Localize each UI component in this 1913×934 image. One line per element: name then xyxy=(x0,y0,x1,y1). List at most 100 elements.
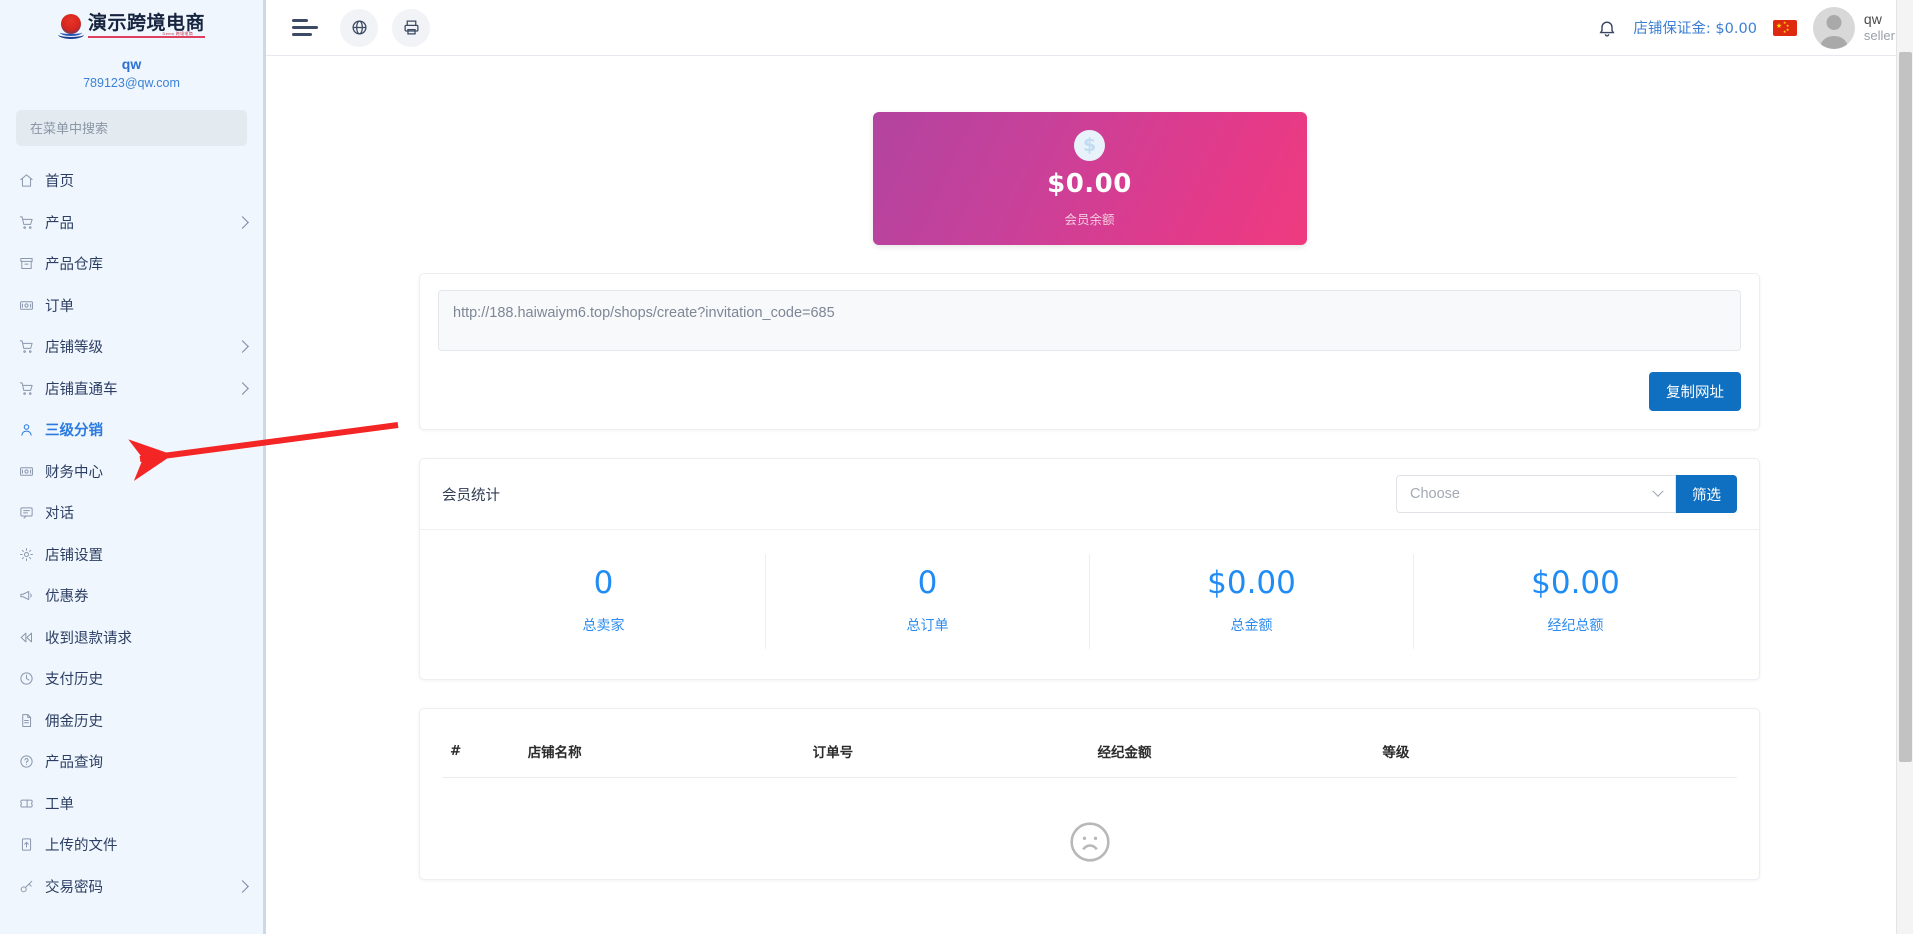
vertical-scrollbar[interactable] xyxy=(1896,0,1913,934)
sidebar: 演示跨境电商 Demo 跨境电商 qw 789123@qw.com 首页产品产品… xyxy=(0,0,266,934)
sidebar-item-label: 工单 xyxy=(45,793,74,814)
scrollbar-thumb[interactable] xyxy=(1899,52,1912,762)
stats-select-value: Choose xyxy=(1410,486,1460,502)
filter-button[interactable]: 筛选 xyxy=(1676,475,1737,513)
sidebar-item-12[interactable]: 支付历史 xyxy=(0,658,263,700)
clock-icon xyxy=(18,670,35,687)
sidebar-item-16[interactable]: 上传的文件 xyxy=(0,824,263,866)
sidebar-item-label: 店铺设置 xyxy=(45,544,103,565)
sidebar-item-label: 店铺等级 xyxy=(45,336,103,357)
sidebar-item-17[interactable]: 交易密码 xyxy=(0,866,263,908)
table-column-header: 店铺名称 xyxy=(520,731,805,778)
sidebar-item-13[interactable]: 佣金历史 xyxy=(0,700,263,742)
sidebar-item-6[interactable]: 三级分销 xyxy=(0,409,263,451)
member-balance-amount: $0.00 xyxy=(1047,169,1132,199)
stat-card: 0 总卖家 xyxy=(442,554,766,649)
chevron-right-icon xyxy=(236,880,249,893)
chevron-right-icon xyxy=(236,340,249,353)
sidebar-item-3[interactable]: 订单 xyxy=(0,285,263,327)
table-column-header: 等级 xyxy=(1374,731,1737,778)
brand-logo[interactable]: 演示跨境电商 Demo 跨境电商 xyxy=(0,0,263,46)
content-scroll: $ $0.00 会员余额 复制网址 会员统计 xyxy=(266,56,1913,934)
account-role: seller xyxy=(1864,28,1895,44)
upload-icon xyxy=(18,836,35,853)
cart-icon xyxy=(18,380,35,397)
globe-icon[interactable] xyxy=(340,9,378,47)
home-icon xyxy=(18,172,35,189)
chevron-right-icon xyxy=(236,382,249,395)
sidebar-item-8[interactable]: 对话 xyxy=(0,492,263,534)
copy-url-button[interactable]: 复制网址 xyxy=(1649,372,1741,411)
sidebar-item-label: 财务中心 xyxy=(45,461,103,482)
printer-icon[interactable] xyxy=(392,9,430,47)
stat-value: 0 xyxy=(766,564,1089,602)
avatar xyxy=(1813,7,1855,49)
sidebar-item-14[interactable]: 产品查询 xyxy=(0,741,263,783)
logo-subtext: Demo 跨境电商 xyxy=(161,32,195,36)
chevron-down-icon xyxy=(1652,486,1663,497)
sidebar-item-label: 支付历史 xyxy=(45,668,103,689)
menu-search-input[interactable] xyxy=(30,121,233,136)
money-icon xyxy=(18,297,35,314)
menu-search[interactable] xyxy=(16,110,247,146)
sidebar-item-5[interactable]: 店铺直通车 xyxy=(0,368,263,410)
sidebar-item-0[interactable]: 首页 xyxy=(0,160,263,202)
sidebar-item-7[interactable]: 财务中心 xyxy=(0,451,263,493)
stat-label: 总金额 xyxy=(1090,615,1413,635)
document-icon xyxy=(18,712,35,729)
chevron-right-icon xyxy=(236,216,249,229)
logo-globe-icon xyxy=(58,13,84,39)
sidebar-item-label: 对话 xyxy=(45,502,74,523)
sidebar-item-label: 产品查询 xyxy=(45,751,103,772)
sidebar-item-label: 三级分销 xyxy=(45,419,103,440)
chat-icon xyxy=(18,504,35,521)
sidebar-user-block: qw 789123@qw.com xyxy=(0,46,263,104)
invite-url-input[interactable] xyxy=(438,290,1741,351)
sidebar-user-email: 789123@qw.com xyxy=(0,74,263,92)
member-stats-title: 会员统计 xyxy=(442,484,500,505)
sidebar-user-name: qw xyxy=(0,54,263,74)
account-name: qw xyxy=(1864,11,1895,29)
app-root: 演示跨境电商 Demo 跨境电商 qw 789123@qw.com 首页产品产品… xyxy=(0,0,1913,934)
sidebar-item-label: 佣金历史 xyxy=(45,710,103,731)
stats-grid: 0总卖家0总订单$0.00总金额$0.00经纪总额 xyxy=(420,530,1759,679)
sidebar-item-9[interactable]: 店铺设置 xyxy=(0,534,263,576)
sad-face-icon xyxy=(1068,820,1112,869)
deposit-label: 店铺保证金: xyxy=(1633,21,1710,37)
stat-card: $0.00总金额 xyxy=(1090,554,1414,649)
sidebar-item-label: 交易密码 xyxy=(45,876,103,897)
deposit-indicator[interactable]: 店铺保证金: $0.00 xyxy=(1633,17,1757,38)
hamburger-icon[interactable] xyxy=(292,15,318,41)
archive-icon xyxy=(18,255,35,272)
stat-label: 总卖家 xyxy=(442,615,765,635)
sidebar-item-label: 产品 xyxy=(45,212,74,233)
table-column-header: 订单号 xyxy=(805,731,1090,778)
sidebar-item-15[interactable]: 工单 xyxy=(0,783,263,825)
commission-table-card: #店铺名称订单号经纪金额等级 xyxy=(419,708,1760,880)
sidebar-item-label: 首页 xyxy=(45,170,74,191)
sidebar-item-11[interactable]: 收到退款请求 xyxy=(0,617,263,659)
question-icon xyxy=(18,753,35,770)
sidebar-item-2[interactable]: 产品仓库 xyxy=(0,243,263,285)
bell-icon[interactable] xyxy=(1597,18,1617,38)
stats-select[interactable]: Choose xyxy=(1396,475,1676,513)
stat-label: 总订单 xyxy=(766,615,1089,635)
empty-state xyxy=(442,778,1737,869)
topbar: 店铺保证金: $0.00 ★★★ ★★ qw seller xyxy=(266,0,1913,56)
gear-icon xyxy=(18,546,35,563)
sidebar-item-label: 产品仓库 xyxy=(45,253,103,274)
china-flag-icon[interactable]: ★★★ ★★ xyxy=(1773,20,1797,36)
sidebar-item-label: 店铺直通车 xyxy=(45,378,118,399)
sidebar-item-10[interactable]: 优惠券 xyxy=(0,575,263,617)
member-balance-card: $ $0.00 会员余额 xyxy=(873,112,1307,245)
account-menu[interactable]: qw seller xyxy=(1813,7,1895,49)
stat-card: $0.00经纪总额 xyxy=(1414,554,1737,649)
topbar-right: 店铺保证金: $0.00 ★★★ ★★ qw seller xyxy=(1597,7,1895,49)
sidebar-item-1[interactable]: 产品 xyxy=(0,202,263,244)
stat-value: 0 xyxy=(442,564,765,602)
user-icon xyxy=(18,421,35,438)
sidebar-item-label: 订单 xyxy=(45,295,74,316)
stat-value: $0.00 xyxy=(1414,564,1737,602)
table-column-header: 经纪金额 xyxy=(1089,731,1374,778)
sidebar-item-4[interactable]: 店铺等级 xyxy=(0,326,263,368)
